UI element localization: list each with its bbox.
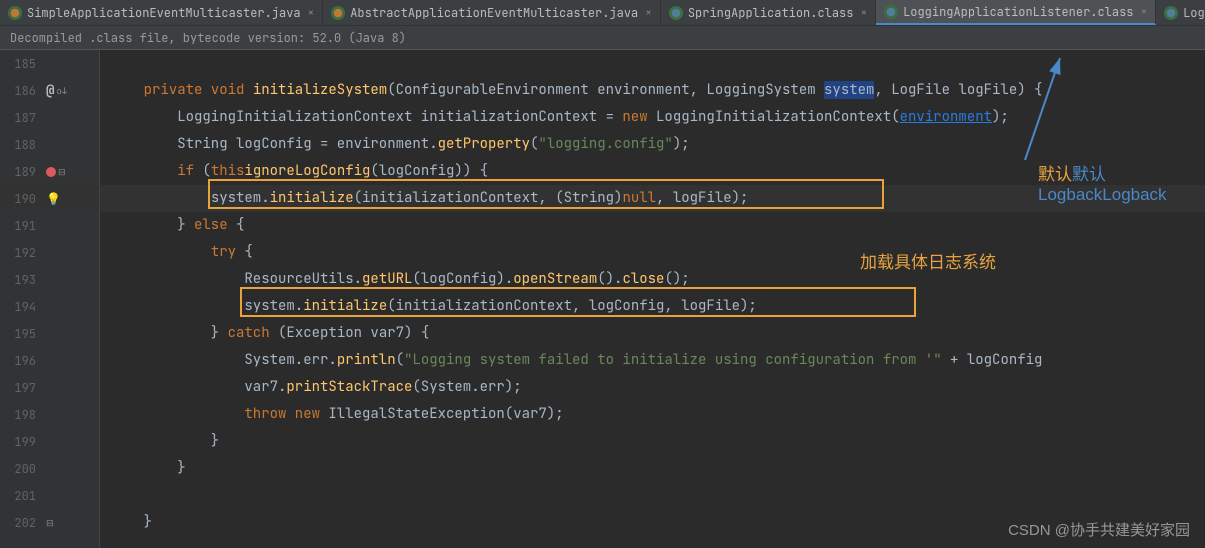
line-number: 202 <box>0 515 42 531</box>
class-icon <box>1164 6 1178 20</box>
line-number: 198 <box>0 407 42 423</box>
line-number: 185 <box>0 56 42 72</box>
code-line <box>100 482 1205 509</box>
banner-text: Decompiled .class file, bytecode version… <box>10 30 406 46</box>
code-line: } <box>100 428 1205 455</box>
gutter: 185 186@o↓ 187 188 189 ⊟ 190💡 191 192 193… <box>0 50 100 548</box>
code-line: system.initialize(initializationContext,… <box>100 293 1205 320</box>
line-number: 194 <box>0 299 42 315</box>
collapse-icon[interactable]: ⊟ <box>58 166 66 178</box>
tab-logging-listener[interactable]: LoggingApplicationListener.class × <box>876 0 1156 25</box>
tab-label: LoggingApplicationListener.class <box>903 4 1133 20</box>
annotation-logback: 默认默认LogbackLogback <box>1038 160 1205 205</box>
bulb-icon[interactable]: 💡 <box>46 191 61 207</box>
line-number: 192 <box>0 245 42 261</box>
tab-abstract-multicaster[interactable]: AbstractApplicationEventMulticaster.java… <box>323 0 661 25</box>
java-icon <box>331 6 345 20</box>
code-line: var7.printStackTrace(System.err); <box>100 374 1205 401</box>
tab-logback-system[interactable]: LogbackLoggingSystem.class × <box>1156 0 1205 25</box>
line-number: 197 <box>0 380 42 396</box>
tab-label: AbstractApplicationEventMulticaster.java <box>350 5 638 21</box>
close-icon[interactable]: × <box>1140 5 1147 19</box>
line-number: 200 <box>0 461 42 477</box>
code-line: } <box>100 455 1205 482</box>
code-area[interactable]: private void initializeSystem(Configurab… <box>100 50 1205 548</box>
decompiled-banner: Decompiled .class file, bytecode version… <box>0 26 1205 50</box>
line-number: 188 <box>0 137 42 153</box>
tab-label: LogbackLoggingSystem.class <box>1183 5 1205 21</box>
class-icon <box>669 6 683 20</box>
line-number: 191 <box>0 218 42 234</box>
class-icon <box>884 5 898 19</box>
tab-label: SimpleApplicationEventMulticaster.java <box>27 5 301 21</box>
line-number: 201 <box>0 488 42 504</box>
code-line: throw new IllegalStateException(var7); <box>100 401 1205 428</box>
line-number: 193 <box>0 272 42 288</box>
code-line <box>100 50 1205 77</box>
code-line: private void initializeSystem(Configurab… <box>100 77 1205 104</box>
close-icon[interactable]: × <box>308 6 315 20</box>
code-line: } else { <box>100 212 1205 239</box>
editor: 185 186@o↓ 187 188 189 ⊟ 190💡 191 192 193… <box>0 50 1205 548</box>
line-number: 195 <box>0 326 42 342</box>
annotation-load-system: 加载具体日志系统 <box>860 248 996 273</box>
line-number: 190 <box>0 191 42 207</box>
line-number: 196 <box>0 353 42 369</box>
code-line: ResourceUtils.getURL(logConfig).openStre… <box>100 266 1205 293</box>
tab-simple-multicaster[interactable]: SimpleApplicationEventMulticaster.java × <box>0 0 323 25</box>
breakpoint-icon[interactable] <box>46 167 56 177</box>
close-icon[interactable]: × <box>645 6 652 20</box>
editor-tabs: SimpleApplicationEventMulticaster.java ×… <box>0 0 1205 26</box>
annotation-icon[interactable]: @ <box>46 82 54 100</box>
close-icon[interactable]: × <box>860 6 867 20</box>
line-number: 186 <box>0 83 42 99</box>
code-line: LoggingInitializationContext initializat… <box>100 104 1205 131</box>
watermark: CSDN @协手共建美好家园 <box>1008 519 1190 540</box>
java-icon <box>8 6 22 20</box>
line-number: 199 <box>0 434 42 450</box>
line-number: 187 <box>0 110 42 126</box>
code-line: try { <box>100 239 1205 266</box>
collapse-icon[interactable]: ⊟ <box>46 517 54 529</box>
tab-label: SpringApplication.class <box>688 5 854 21</box>
code-line: } catch (Exception var7) { <box>100 320 1205 347</box>
code-line: System.err.println("Logging system faile… <box>100 347 1205 374</box>
code-line: String logConfig = environment.getProper… <box>100 131 1205 158</box>
line-number: 189 <box>0 164 42 180</box>
tab-spring-application[interactable]: SpringApplication.class × <box>661 0 876 25</box>
override-icon[interactable]: o↓ <box>56 85 67 97</box>
